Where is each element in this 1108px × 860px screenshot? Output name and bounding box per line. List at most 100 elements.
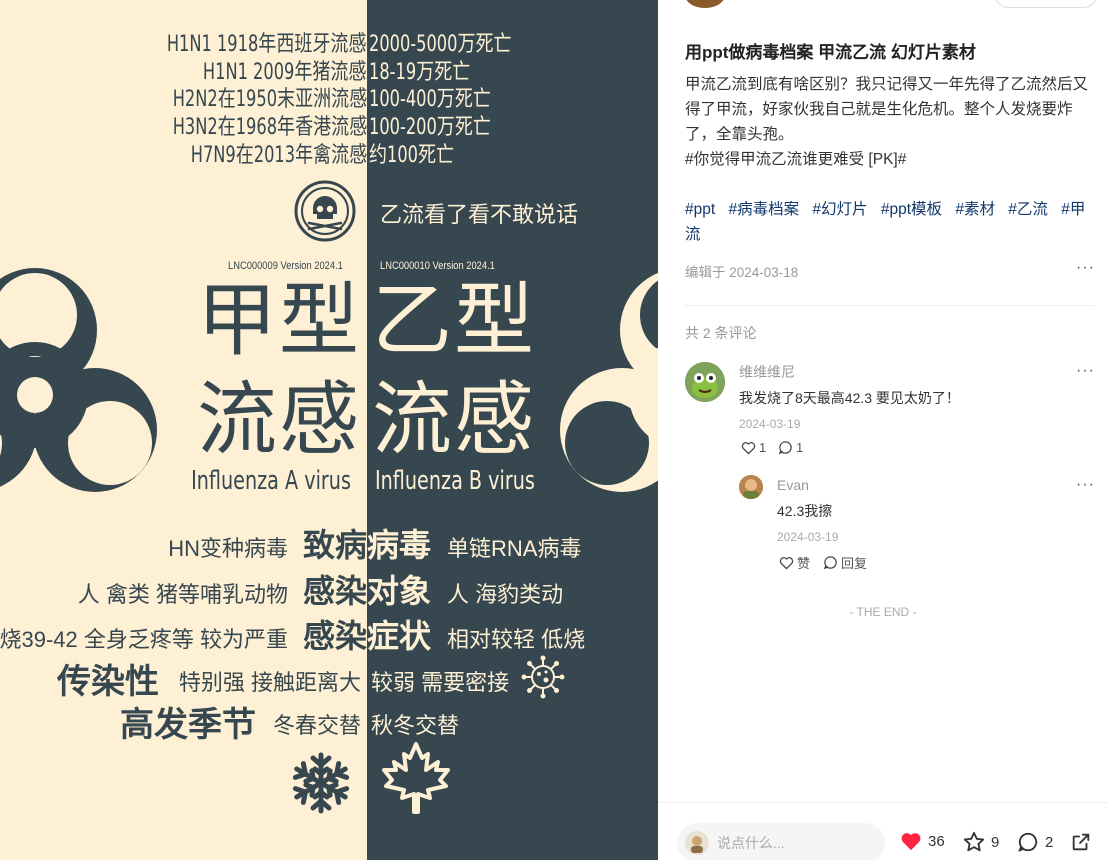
like-count: 36 [928,832,945,850]
comment-more-button[interactable]: ··· [1076,476,1095,494]
comment-count: 共 2 条评论 [685,325,757,341]
bottom-action-bar: 说点什么... 36 9 2 [658,802,1108,860]
row2-mid-right: 对象 [367,573,432,609]
comment-reply-count: 1 [796,440,804,455]
avatar[interactable] [685,362,725,402]
biohazard-icon [0,268,157,492]
collect-button[interactable]: 9 [963,831,999,853]
post-image[interactable]: H1N1 1918年西班牙流感 2000-5000万死亡 H1N1 2009年猪… [0,0,658,860]
row2-left: 人 禽类 猪等哺乳动物 [77,582,288,607]
comment-like-button[interactable]: 1 [741,440,766,455]
reply-like-button[interactable]: 赞 [779,553,810,572]
history-left: H1N1 1918年西班牙流感 [167,32,367,57]
biohazard-icon [560,272,658,492]
row5-left: 冬春交替 [272,713,361,738]
chat-bubble-icon [1018,832,1038,852]
tag-link[interactable]: #病毒档案 [728,201,799,218]
history-right: 100-200万死亡 [369,115,491,140]
comment-text: 42.3我擦 [777,503,833,519]
row1-left: HN变种病毒 [168,536,288,561]
commenter-name[interactable]: Evan [777,477,809,493]
star-icon [963,831,985,852]
heart-outline-icon [741,441,756,455]
chat-bubble-icon [778,441,792,455]
follow-button[interactable] [994,0,1098,8]
row1-mid-right: 病毒 [367,527,432,563]
snowflake-icon [292,752,350,814]
row3-right: 相对较轻 低烧 [447,627,586,652]
post-description: 甲流乙流到底有啥区别？我只记得又一年先得了乙流然后又得了甲流，好家伙我自己就是生… [685,72,1097,172]
type-a-subtitle: 流感 [197,375,361,464]
frog-avatar-icon [685,362,725,402]
tag-link[interactable]: #ppt模板 [881,201,942,218]
type-b-subtitle: 流感 [372,375,536,464]
chat-bubble-icon [823,556,837,570]
reply-label: 回复 [841,556,868,571]
comment-text: 我发烧了8天最高42.3 要见太奶了！ [739,390,960,406]
comment-date: 2024-03-19 [777,530,839,544]
commenter-name[interactable]: 维维维尼 [739,362,795,382]
heart-outline-icon [779,556,794,570]
comment-placeholder: 说点什么... [717,835,785,851]
post-body-text: 甲流乙流到底有啥区别？我只记得又一年先得了乙流然后又得了甲流，好家伙我自己就是生… [685,76,1089,143]
user-avatar-icon [739,475,763,499]
history-right: 18-19万死亡 [369,60,471,85]
row4-heading: 传染性 [57,663,159,701]
version-left: LNC000009 Version 2024.1 [228,260,343,272]
post-title: 用ppt做病毒档案 甲流乙流 幻灯片素材 [685,43,976,62]
tag-link[interactable]: #素材 [955,201,995,218]
divider [685,305,1095,306]
share-icon [1072,833,1090,851]
row3-mid-right: 症状 [367,618,432,654]
tag-link[interactable]: #乙流 [1008,201,1048,218]
version-right: LNC000010 Version 2024.1 [380,260,495,272]
type-a-title: 甲型 [197,276,361,365]
row3-mid-left: 感染 [302,618,367,654]
history-left: H7N9在2013年禽流感 [190,143,367,168]
reply-reply-button[interactable]: 回复 [823,553,867,572]
post-detail-panel: 用ppt做病毒档案 甲流乙流 幻灯片素材 甲流乙流到底有啥区别？我只记得又一年先… [658,0,1108,860]
type-b-title: 乙型 [372,276,536,365]
history-right: 约100死亡 [369,143,455,168]
history-right: 2000-5000万死亡 [369,32,512,57]
history-left: H3N2在1968年香港流感 [172,115,367,140]
history-left: H1N1 2009年猪流感 [203,60,367,85]
comment-date: 2024-03-19 [739,417,801,431]
virus-b-label: Influenza B virus [375,466,535,496]
post-topic-link[interactable]: #你觉得甲流乙流谁更难受 [PK]# [685,147,1097,172]
tag-list: #ppt #病毒档案 #幻灯片 #ppt模板 #素材 #乙流 #甲流 [685,197,1097,247]
comment-total: 2 [1045,833,1054,851]
tag-link[interactable]: #ppt [685,201,715,218]
tag-link[interactable]: #幻灯片 [812,201,867,218]
row1-right: 单链RNA病毒 [447,536,582,561]
comment-more-button[interactable]: ··· [1076,362,1095,380]
row3-left: 烧39-42 全身乏疼等 较为严重 [0,627,288,652]
heart-filled-icon [901,833,921,851]
like-button[interactable]: 36 [900,831,945,851]
the-end-marker: - THE END - [849,605,917,619]
post-more-button[interactable]: ··· [1076,259,1095,277]
history-right: 100-400万死亡 [369,87,491,112]
maple-leaf-icon [382,742,450,814]
collect-count: 9 [991,833,1000,851]
comment-input[interactable]: 说点什么... [677,823,885,860]
comment-reply-button[interactable]: 1 [778,440,803,455]
comment-button[interactable]: 2 [1017,831,1053,853]
history-left: H2N2在1950末亚洲流感 [172,87,367,112]
virus-a-label: Influenza A virus [191,466,351,496]
author-avatar[interactable] [685,0,725,8]
share-button[interactable] [1070,831,1092,853]
row1-mid-left: 致病 [302,527,367,563]
row4-right: 较弱 需要密接 [371,670,510,695]
row5-heading: 高发季节 [120,706,256,744]
skull-icon [294,180,356,242]
virus-icon [521,655,565,699]
like-label: 赞 [797,556,811,571]
avatar[interactable] [739,475,763,499]
row2-right: 人 海豹类动 [447,582,564,607]
comment-like-count: 1 [759,440,767,455]
row4-left: 特别强 接触距离大 [178,670,361,695]
row5-right: 秋冬交替 [371,713,460,738]
row2-mid-left: 感染 [302,573,367,609]
b-caption: 乙流看了看不敢说话 [380,202,579,227]
